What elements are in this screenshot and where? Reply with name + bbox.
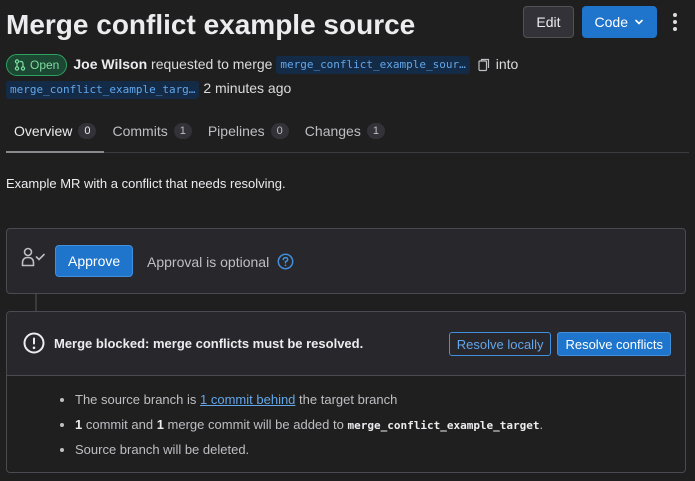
merge-widget: Merge blocked: merge conflicts must be r… — [6, 311, 686, 473]
list-item-text: the target branch — [299, 392, 398, 407]
approve-button[interactable]: Approve — [55, 245, 134, 277]
tab-pipelines[interactable]: Pipelines 0 — [200, 110, 297, 152]
edit-button[interactable]: Edit — [523, 6, 574, 38]
page-title: Merge conflict example source — [6, 9, 416, 40]
merge-widget-header: Merge blocked: merge conflicts must be r… — [7, 312, 685, 376]
list-item-text: commit and — [85, 416, 154, 432]
header-actions: Edit Code — [523, 6, 685, 38]
commits-behind-link[interactable]: 1 commit behind — [200, 392, 295, 407]
kebab-icon[interactable] — [665, 6, 685, 38]
merge-request-icon — [14, 59, 26, 71]
approval-widget: Approve Approval is optional — [6, 228, 686, 294]
widget-connector — [35, 294, 37, 311]
tab-count: 1 — [366, 123, 385, 139]
status-label: Open — [30, 58, 60, 73]
time-ago: 2 minutes ago — [203, 80, 292, 97]
into-text: into — [495, 56, 519, 72]
tab-changes[interactable]: Changes 1 — [297, 110, 393, 152]
merge-request-page: Merge conflict example source Edit Code … — [0, 0, 695, 481]
resolve-conflicts-button[interactable]: Resolve conflicts — [557, 332, 671, 356]
commit-count: 1 — [75, 416, 83, 432]
tab-label: Commits — [112, 123, 168, 139]
source-branch[interactable]: merge_conflict_example_sour… — [276, 56, 470, 75]
approval-user-icon — [21, 247, 45, 267]
target-branch[interactable]: merge_conflict_example_targ… — [6, 80, 200, 99]
tab-count: 0 — [270, 123, 289, 139]
status-badge: Open — [6, 54, 68, 77]
tab-commits[interactable]: Commits 1 — [104, 110, 199, 152]
chevron-down-icon — [635, 19, 643, 25]
tab-count: 0 — [78, 122, 97, 139]
tab-label: Overview — [14, 122, 73, 139]
list-item-text: . — [539, 416, 544, 432]
merge-actions: Resolve locally Resolve conflicts — [448, 332, 671, 356]
resolve-locally-button[interactable]: Resolve locally — [448, 332, 552, 356]
requested-text: requested to merge — [151, 56, 273, 72]
list-item: 1 commit and 1 merge commit will be adde… — [75, 413, 543, 439]
merge-request-description: Example MR with a conflict that needs re… — [6, 176, 286, 191]
list-item: Source branch will be deleted. — [75, 438, 543, 463]
help-icon[interactable] — [277, 253, 294, 270]
tab-label: Pipelines — [207, 123, 265, 139]
code-button-label: Code — [594, 14, 628, 30]
list-item-text: The source branch is — [75, 392, 197, 407]
merge-commit-count: 1 — [156, 416, 164, 432]
author-name[interactable]: Joe Wilson — [73, 56, 147, 72]
list-item-text: merge commit will be added to — [167, 416, 344, 432]
merge-blocked-message: Merge blocked: merge conflicts must be r… — [54, 336, 364, 351]
alert-circle-icon — [23, 332, 45, 354]
tab-count: 1 — [173, 123, 192, 139]
code-dropdown-button[interactable]: Code — [581, 6, 657, 38]
approval-optional-text: Approval is optional — [147, 254, 270, 270]
tab-overview[interactable]: Overview 0 — [6, 110, 105, 153]
list-item: The source branch is 1 commit behind the… — [75, 388, 543, 413]
target-branch-name: merge_conflict_example_target — [347, 418, 540, 432]
merge-request-tabs: Overview 0 Commits 1 Pipelines 0 Changes… — [6, 110, 689, 153]
merge-request-meta: Open Joe Wilson requested to merge merge… — [6, 52, 566, 100]
merge-details-list: The source branch is 1 commit behind the… — [57, 388, 543, 463]
tab-label: Changes — [304, 123, 361, 139]
copy-icon[interactable] — [478, 58, 490, 72]
